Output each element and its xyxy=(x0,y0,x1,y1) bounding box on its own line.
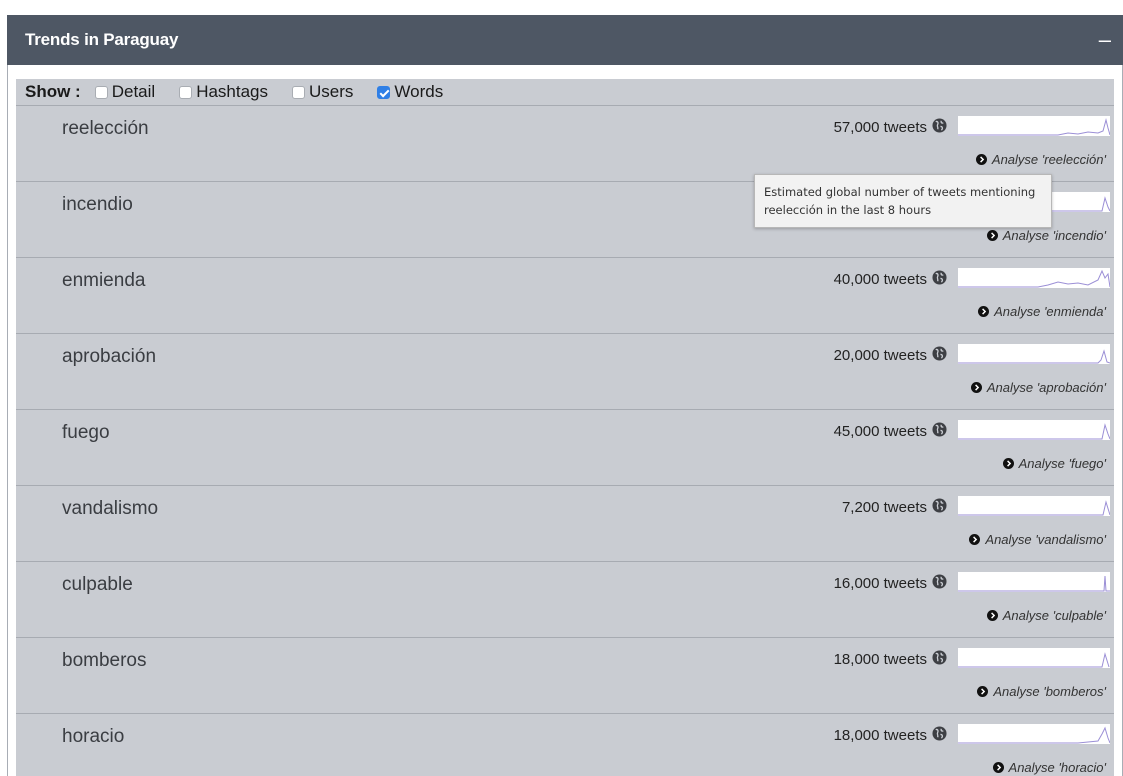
analyse-link[interactable]: Analyse 'enmienda' xyxy=(978,304,1106,319)
globe-icon[interactable] xyxy=(932,726,947,741)
hashtags-label: Hashtags xyxy=(196,82,269,101)
filter-words[interactable]: Words xyxy=(377,82,443,102)
trend-word[interactable]: incendio xyxy=(62,194,133,216)
tweet-count: 57,000 tweets xyxy=(833,119,927,136)
tweet-count-tooltip: Estimated global number of tweets mentio… xyxy=(754,174,1052,228)
analyse-label: Analyse 'aprobación' xyxy=(986,380,1106,395)
trend-word[interactable]: bomberos xyxy=(62,650,147,672)
panel-body: Show : Detail Hashtags Users Words reele… xyxy=(7,65,1123,776)
detail-label: Detail xyxy=(111,82,156,101)
trend-row: fuego 45,000 tweets Analyse 'fuego' xyxy=(16,409,1114,485)
analyse-label: Analyse 'enmienda' xyxy=(994,304,1106,319)
analyse-label: Analyse 'fuego' xyxy=(1018,456,1106,471)
trend-row: horacio 18,000 tweets Analyse 'horacio' xyxy=(16,713,1114,776)
analyse-link[interactable]: Analyse 'fuego' xyxy=(1002,456,1106,471)
filter-users[interactable]: Users xyxy=(292,82,353,102)
trend-sparkline xyxy=(958,496,1110,516)
analyse-label: Analyse 'culpable' xyxy=(1002,608,1106,623)
globe-icon[interactable] xyxy=(932,498,947,513)
analyse-label: Analyse 'horacio' xyxy=(1008,760,1106,775)
detail-checkbox[interactable] xyxy=(94,85,108,99)
circle-arrow-icon xyxy=(1002,458,1014,469)
show-filter-bar: Show : Detail Hashtags Users Words xyxy=(16,79,1114,105)
trend-row: aprobación 20,000 tweets Analyse 'aproba… xyxy=(16,333,1114,409)
circle-arrow-icon xyxy=(992,762,1004,773)
circle-arrow-icon xyxy=(969,534,981,545)
panel-header: Trends in Paraguay – xyxy=(7,15,1123,65)
circle-arrow-icon xyxy=(977,686,989,697)
globe-icon[interactable] xyxy=(932,346,947,361)
trend-word[interactable]: reelección xyxy=(62,118,149,140)
analyse-link[interactable]: Analyse 'horacio' xyxy=(992,760,1106,775)
analyse-link[interactable]: Analyse 'reelección' xyxy=(975,152,1106,167)
analyse-label: Analyse 'incendio' xyxy=(1002,228,1106,243)
trend-sparkline xyxy=(958,420,1110,440)
circle-arrow-icon xyxy=(970,382,982,393)
trend-row: bomberos 18,000 tweets Analyse 'bomberos… xyxy=(16,637,1114,713)
trend-word[interactable]: horacio xyxy=(62,726,124,748)
trend-sparkline xyxy=(958,724,1110,744)
filter-detail[interactable]: Detail xyxy=(94,82,156,102)
tweet-count: 16,000 tweets xyxy=(833,575,927,592)
circle-arrow-icon xyxy=(975,154,987,165)
words-checkbox[interactable] xyxy=(377,85,391,99)
globe-icon[interactable] xyxy=(932,650,947,665)
filter-hashtags[interactable]: Hashtags xyxy=(179,82,268,102)
trend-word[interactable]: culpable xyxy=(62,574,133,596)
analyse-label: Analyse 'vandalismo' xyxy=(985,532,1106,547)
analyse-label: Analyse 'reelección' xyxy=(991,152,1106,167)
trend-sparkline xyxy=(958,572,1110,592)
collapse-button[interactable]: – xyxy=(1095,29,1115,51)
trend-row: culpable 16,000 tweets Analyse 'culpable… xyxy=(16,561,1114,637)
trend-word[interactable]: aprobación xyxy=(62,346,156,368)
analyse-link[interactable]: Analyse 'culpable' xyxy=(986,608,1106,623)
users-checkbox[interactable] xyxy=(292,85,306,99)
panel-title: Trends in Paraguay xyxy=(25,30,179,49)
globe-icon[interactable] xyxy=(932,270,947,285)
tweet-count: 18,000 tweets xyxy=(833,651,927,668)
trend-word[interactable]: fuego xyxy=(62,422,110,444)
analyse-link[interactable]: Analyse 'incendio' xyxy=(986,228,1106,243)
tweet-count: 18,000 tweets xyxy=(833,727,927,744)
tweet-count: 40,000 tweets xyxy=(833,271,927,288)
analyse-link[interactable]: Analyse 'aprobación' xyxy=(970,380,1106,395)
globe-icon[interactable] xyxy=(932,118,947,133)
globe-icon[interactable] xyxy=(932,574,947,589)
tweet-count: 20,000 tweets xyxy=(833,347,927,364)
globe-icon[interactable] xyxy=(932,422,947,437)
trend-word[interactable]: vandalismo xyxy=(62,498,158,520)
trend-row: reelección 57,000 tweets Analyse 'reelec… xyxy=(16,105,1114,181)
analyse-label: Analyse 'bomberos' xyxy=(993,684,1106,699)
trend-sparkline xyxy=(958,648,1110,668)
trend-word[interactable]: enmienda xyxy=(62,270,145,292)
circle-arrow-icon xyxy=(986,230,998,241)
circle-arrow-icon xyxy=(978,306,990,317)
trend-sparkline xyxy=(958,116,1110,136)
tweet-count: 7,200 tweets xyxy=(841,499,927,516)
trends-content: Show : Detail Hashtags Users Words reele… xyxy=(16,79,1114,776)
trend-row: enmienda 40,000 tweets Analyse 'enmienda… xyxy=(16,257,1114,333)
analyse-link[interactable]: Analyse 'vandalismo' xyxy=(969,532,1106,547)
hashtags-checkbox[interactable] xyxy=(179,85,193,99)
trend-sparkline xyxy=(958,344,1110,364)
analyse-link[interactable]: Analyse 'bomberos' xyxy=(977,684,1106,699)
tweet-count: 45,000 tweets xyxy=(833,423,927,440)
trend-sparkline xyxy=(958,268,1110,288)
users-label: Users xyxy=(309,82,354,101)
trends-panel: Trends in Paraguay – Show : Detail Hasht… xyxy=(7,15,1123,776)
trend-row: vandalismo 7,200 tweets Analyse 'vandali… xyxy=(16,485,1114,561)
show-label: Show : xyxy=(25,82,81,101)
circle-arrow-icon xyxy=(986,610,998,621)
words-label: Words xyxy=(394,82,444,101)
